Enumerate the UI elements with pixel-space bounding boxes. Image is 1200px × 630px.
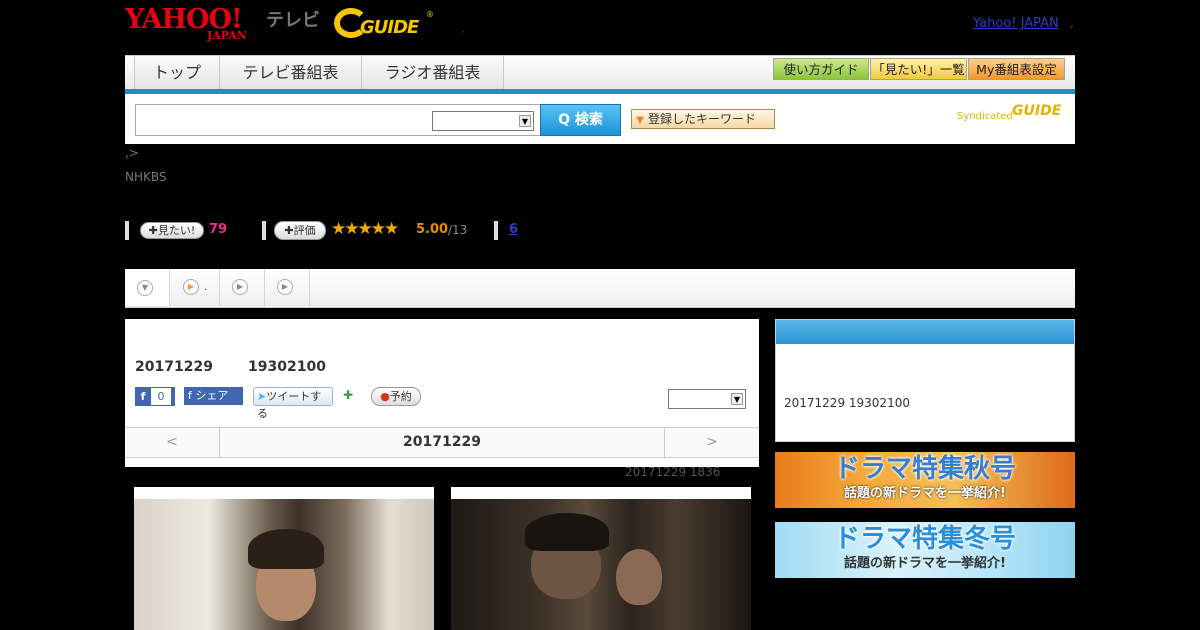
- chevron-down-icon: ▼: [137, 280, 153, 296]
- play-icon: ▶: [277, 279, 293, 295]
- twitter-bird-icon: ➤: [257, 390, 267, 403]
- drama-autumn-banner[interactable]: ドラマ特集秋号 話題の新ドラマを一挙紹介!: [775, 452, 1075, 508]
- rating-count: /13: [448, 223, 468, 237]
- drama-winter-banner[interactable]: ドラマ特集冬号 話題の新ドラマを一挙紹介!: [775, 522, 1075, 578]
- breadcrumb[interactable]: ,>: [125, 146, 139, 160]
- rating-stars-icon: ★★★★★: [331, 219, 399, 239]
- page: YAHOO! JAPAN テレビ GUIDE ® , Yahoo! JAPAN …: [0, 0, 1200, 630]
- tab-program-info[interactable]: ▼: [125, 269, 170, 306]
- photo-hair: [248, 529, 324, 569]
- stats-divider: [125, 221, 129, 240]
- program-time: 19302100: [248, 359, 326, 375]
- tab-third[interactable]: ▶: [220, 269, 265, 306]
- rating-label: 評価: [293, 224, 316, 237]
- facebook-share-button[interactable]: f シェア: [184, 387, 243, 405]
- search-button[interactable]: Q 検索: [540, 104, 621, 136]
- channel-name: NHKBS: [125, 170, 167, 184]
- stats-divider: [494, 221, 498, 240]
- yahoo-japan-link[interactable]: Yahoo! JAPAN: [973, 16, 1059, 31]
- photo-hair: [525, 513, 609, 551]
- record-dot-icon: ●: [380, 390, 390, 403]
- current-date: 20171229: [403, 434, 481, 450]
- yahoo-logo-sub: JAPAN: [207, 29, 247, 42]
- tv-label[interactable]: テレビ: [266, 6, 320, 32]
- dropdown-arrow-icon: ▼: [519, 115, 531, 127]
- tab-fourth[interactable]: ▶: [265, 269, 310, 306]
- facebook-share-label: シェア: [195, 389, 229, 402]
- gguide-registered-mark: ®: [426, 10, 434, 19]
- header-separator: ,: [461, 24, 465, 35]
- mitai-button[interactable]: ✚見たい!: [140, 222, 204, 239]
- side-panel-text: 20171229 19302100: [784, 396, 910, 410]
- facebook-icon: f: [140, 390, 146, 403]
- dropdown-arrow-icon: ▼: [731, 393, 743, 405]
- photo-image: [134, 499, 434, 630]
- program-detail-panel: 20171229 19302100 f0 f シェア ➤ツイートする ✚ ●予約…: [125, 319, 759, 467]
- gguide-logo[interactable]: GUIDE ®: [334, 8, 434, 42]
- program-photo[interactable]: [451, 487, 751, 630]
- search-category-select[interactable]: ▼: [432, 111, 534, 131]
- facebook-like-button[interactable]: f0: [135, 387, 175, 406]
- next-day-button[interactable]: >: [664, 428, 759, 457]
- header-link-separator: ,: [1070, 16, 1074, 30]
- yahoo-japan-logo[interactable]: YAHOO! JAPAN: [125, 4, 263, 44]
- tweet-button[interactable]: ➤ツイートする: [253, 387, 333, 420]
- triangle-down-icon: ▼: [636, 115, 644, 126]
- usage-guide-button[interactable]: 使い方ガイド: [773, 58, 869, 80]
- syndicated-label: Syndicated: [957, 111, 1013, 122]
- program-date: 20171229: [135, 359, 213, 375]
- rating-button[interactable]: ✚評価: [274, 221, 326, 240]
- rating-score: 5.00: [416, 222, 449, 237]
- tab-tv-schedule[interactable]: テレビ番組表: [220, 56, 362, 90]
- plus-icon: ✚: [284, 224, 294, 237]
- play-icon: ▶: [232, 279, 248, 295]
- mitai-count: 79: [209, 222, 228, 237]
- program-photo[interactable]: [134, 487, 434, 630]
- registered-keyword-label: 登録したキーワード: [648, 112, 757, 126]
- tweet-label: ツイートする: [257, 390, 322, 420]
- calendar-add-icon[interactable]: ✚: [343, 388, 359, 404]
- review-count-link[interactable]: 6: [509, 222, 518, 237]
- banner-subtitle: 話題の新ドラマを一挙紹介!: [844, 556, 1006, 571]
- mitai-list-button[interactable]: 「見たい!」一覧: [870, 58, 967, 80]
- banner-subtitle: 話題の新ドラマを一挙紹介!: [844, 486, 1006, 501]
- photo-figure: [616, 549, 662, 605]
- tab-related[interactable]: ▶ .: [170, 269, 220, 306]
- mitai-label: 見たい!: [157, 224, 196, 237]
- tab-related-label: .: [204, 280, 208, 293]
- photo-image: [451, 499, 751, 630]
- my-schedule-settings-button[interactable]: My番組表設定: [968, 58, 1065, 80]
- program-tab-strip: ▼ ▶ . ▶ ▶: [125, 269, 1075, 308]
- reminder-select[interactable]: ▼: [668, 389, 746, 409]
- date-navigator: < 20171229 >: [125, 427, 759, 458]
- nav-left-edge: [125, 56, 135, 90]
- reserve-label: 予約: [389, 390, 412, 403]
- reserve-button[interactable]: ●予約: [371, 387, 421, 406]
- last-updated: 20171229 1836: [625, 465, 721, 479]
- syndicated-gguide-logo: GUIDE: [1012, 103, 1062, 119]
- stats-divider: [262, 221, 266, 240]
- search-bar: ▼ Q 検索 ▼ 登録したキーワード Syndicated GUIDE: [125, 94, 1075, 144]
- banner-title: ドラマ特集冬号: [833, 524, 1016, 554]
- facebook-like-count: 0: [151, 388, 171, 405]
- play-icon: ▶: [183, 279, 199, 295]
- global-nav: トップ テレビ番組表 ラジオ番組表 使い方ガイド 「見たい!」一覧 My番組表設…: [125, 55, 1075, 91]
- banner-title: ドラマ特集秋号: [833, 454, 1016, 484]
- tab-radio-schedule[interactable]: ラジオ番組表: [362, 56, 504, 90]
- registered-keyword-button[interactable]: ▼ 登録したキーワード: [631, 109, 775, 129]
- previous-day-button[interactable]: <: [125, 428, 220, 457]
- side-info-panel: 20171229 19302100: [775, 319, 1075, 442]
- gguide-logo-text: GUIDE: [360, 17, 419, 38]
- side-panel-header: [776, 320, 1074, 344]
- plus-icon: ✚: [148, 224, 158, 237]
- tab-top[interactable]: トップ: [135, 56, 220, 90]
